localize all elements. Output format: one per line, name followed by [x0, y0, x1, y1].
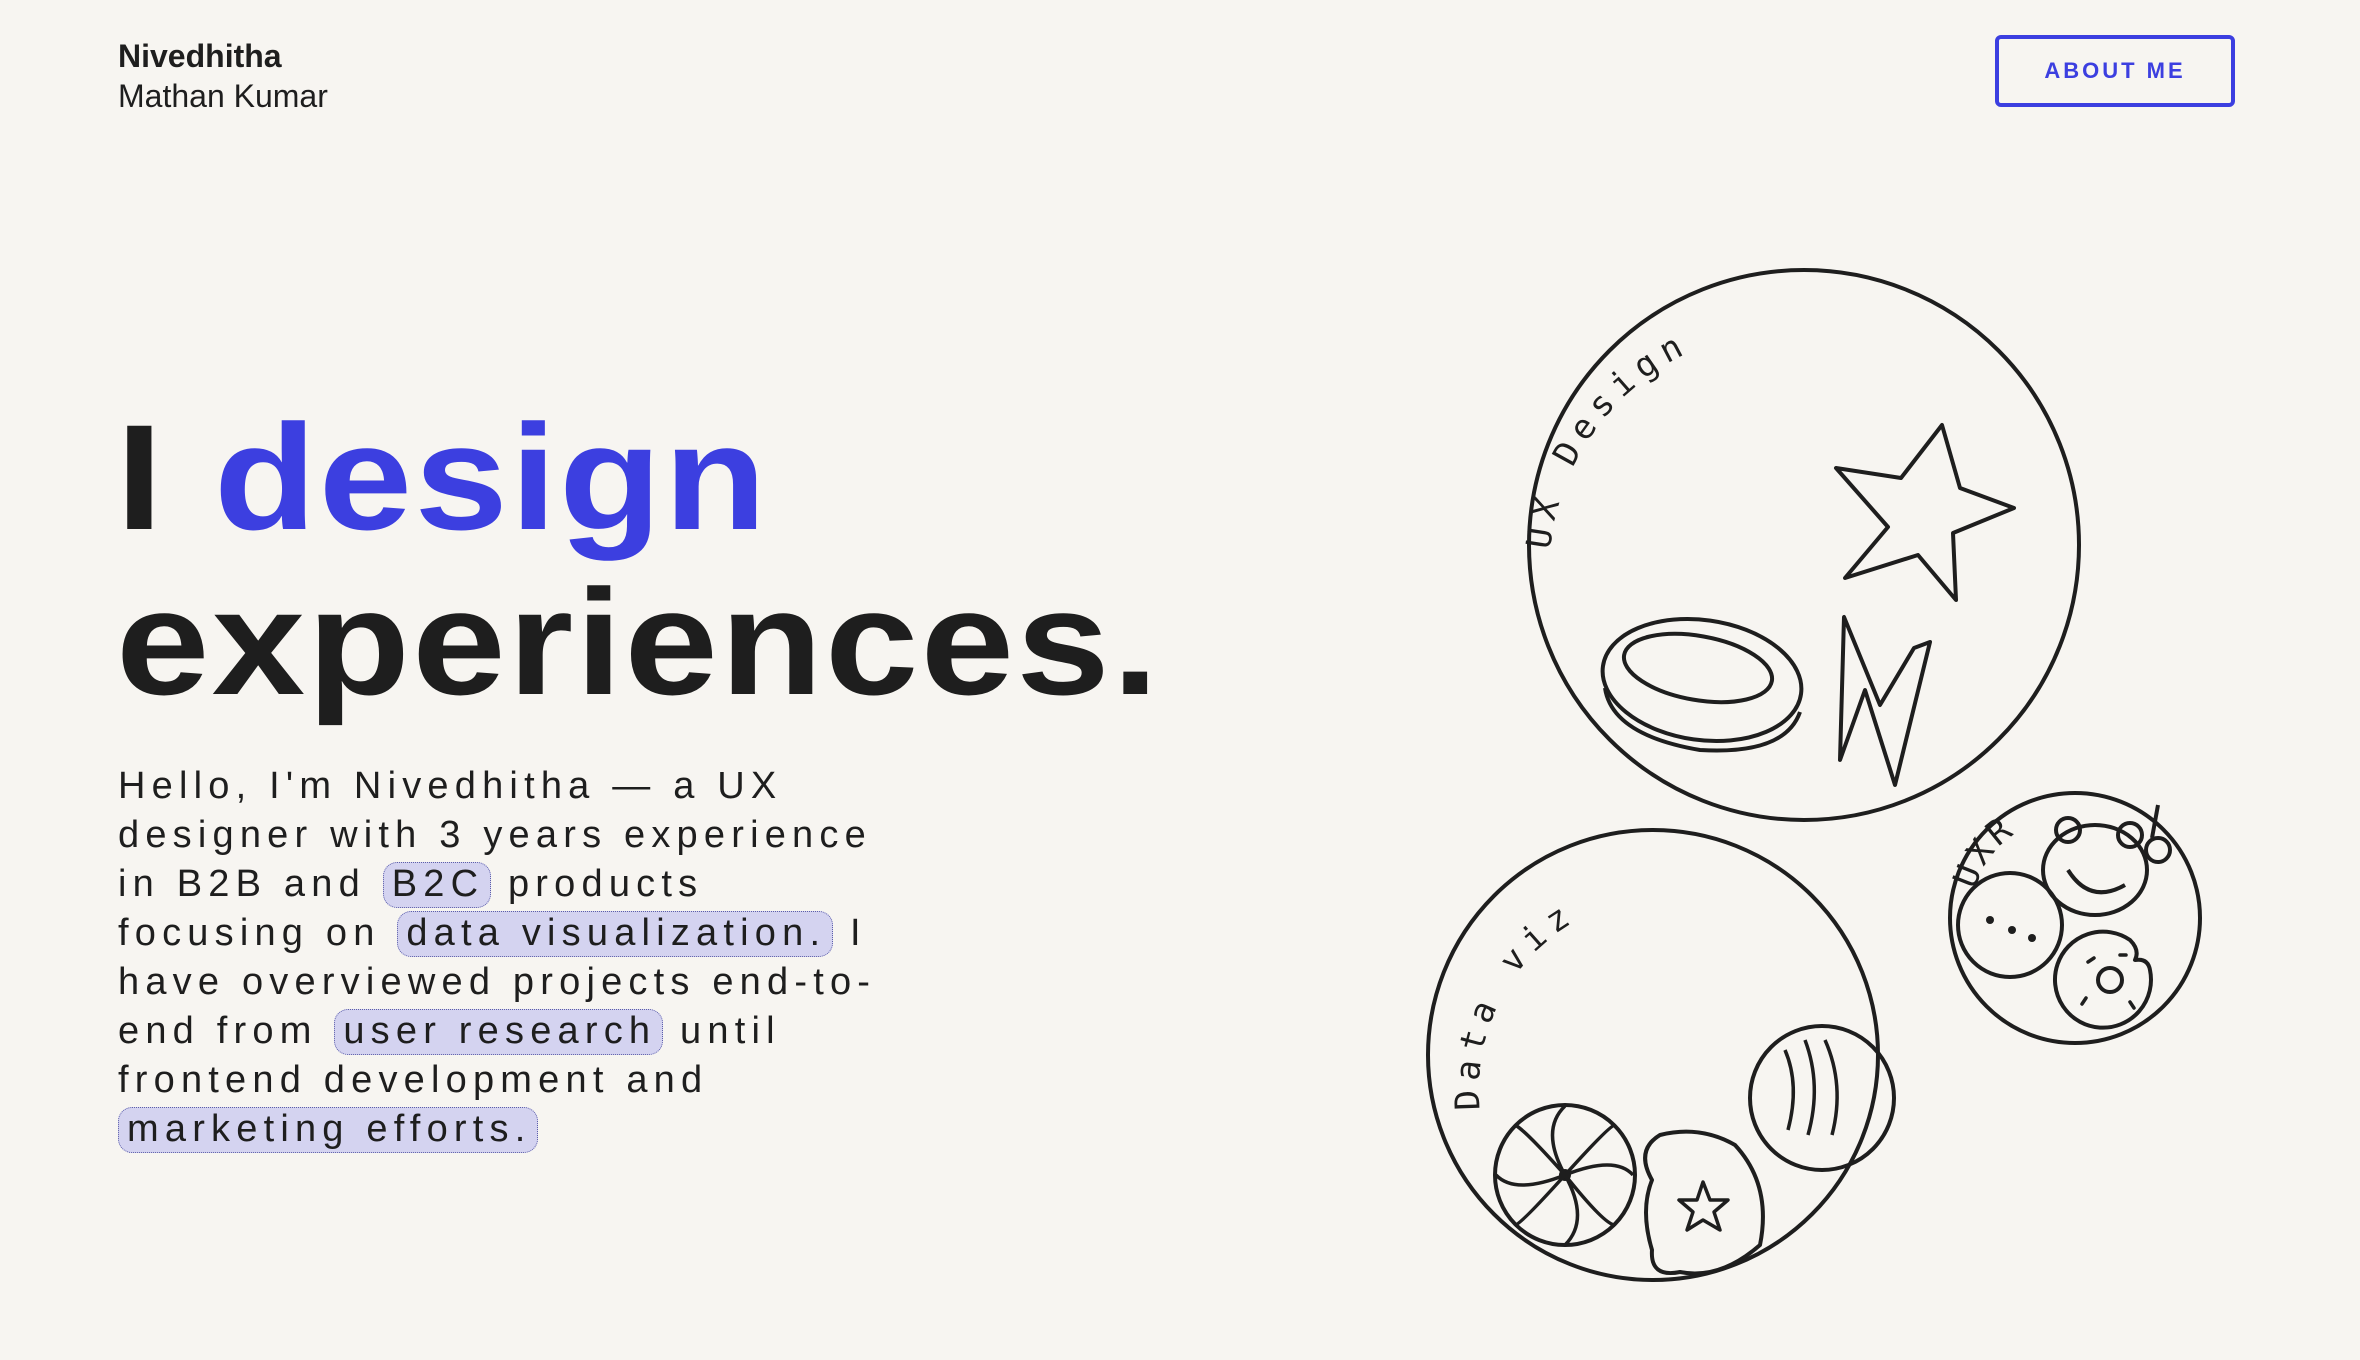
intro-line: focusing on data visualization. I: [118, 909, 978, 958]
intro-line: have overviewed projects end-to-: [118, 961, 877, 1003]
data-viz-circle[interactable]: Data viz: [1426, 828, 1896, 1282]
donut-icon: [2052, 929, 2153, 1030]
tag-b2c[interactable]: B2C: [382, 862, 492, 908]
ring-icon: [1600, 616, 1804, 753]
intro-text: focusing on: [118, 912, 398, 954]
tag-user-research[interactable]: user research: [334, 1009, 664, 1055]
intro-paragraph: Hello, I'm Nivedhitha — a UX designer wi…: [118, 762, 978, 1154]
tag-marketing-efforts[interactable]: marketing efforts.: [118, 1107, 539, 1153]
site-logo[interactable]: Nivedhitha Mathan Kumar: [118, 36, 328, 116]
skills-illustration: UX Design Data viz UXR: [1400, 250, 2220, 1300]
about-me-button[interactable]: ABOUT ME: [1995, 35, 2235, 107]
brand-first-name: Nivedhitha: [118, 38, 282, 74]
intro-text: end from: [118, 1010, 335, 1052]
hero-heading: I design experiences.: [116, 395, 1161, 725]
lightning-icon: [1838, 615, 1932, 787]
intro-text: in B2B and: [118, 863, 383, 905]
hero-word-design: design: [213, 393, 769, 561]
star-icon: [1834, 423, 2016, 602]
ux-design-label: UX Design: [1519, 323, 1696, 551]
hero-word-experiences: experiences.: [116, 558, 1161, 726]
cookie-star-icon: [1643, 1129, 1765, 1276]
creature-icon: [2041, 804, 2172, 917]
brand-last-name: Mathan Kumar: [118, 78, 328, 114]
intro-text: products: [491, 863, 704, 905]
ux-design-circle[interactable]: UX Design: [1519, 268, 2081, 822]
intro-line: marketing efforts.: [118, 1105, 978, 1154]
uxr-circle[interactable]: UXR: [1945, 791, 2202, 1045]
tag-data-visualization[interactable]: data visualization.: [397, 911, 834, 957]
hero-word-i: I: [116, 393, 165, 561]
intro-line: Hello, I'm Nivedhitha — a UX: [118, 765, 783, 807]
intro-text: until: [663, 1010, 781, 1052]
page: Nivedhitha Mathan Kumar ABOUT ME I desig…: [0, 0, 2360, 1360]
hero-line-1: I design: [116, 395, 1161, 560]
intro-text: I: [833, 912, 867, 954]
intro-line: frontend development and: [118, 1059, 709, 1101]
peppermint-candy-icon: [1493, 1103, 1637, 1247]
intro-line: designer with 3 years experience: [118, 814, 872, 856]
intro-line: in B2B and B2C products: [118, 860, 978, 909]
intro-line: end from user research until: [118, 1007, 978, 1056]
